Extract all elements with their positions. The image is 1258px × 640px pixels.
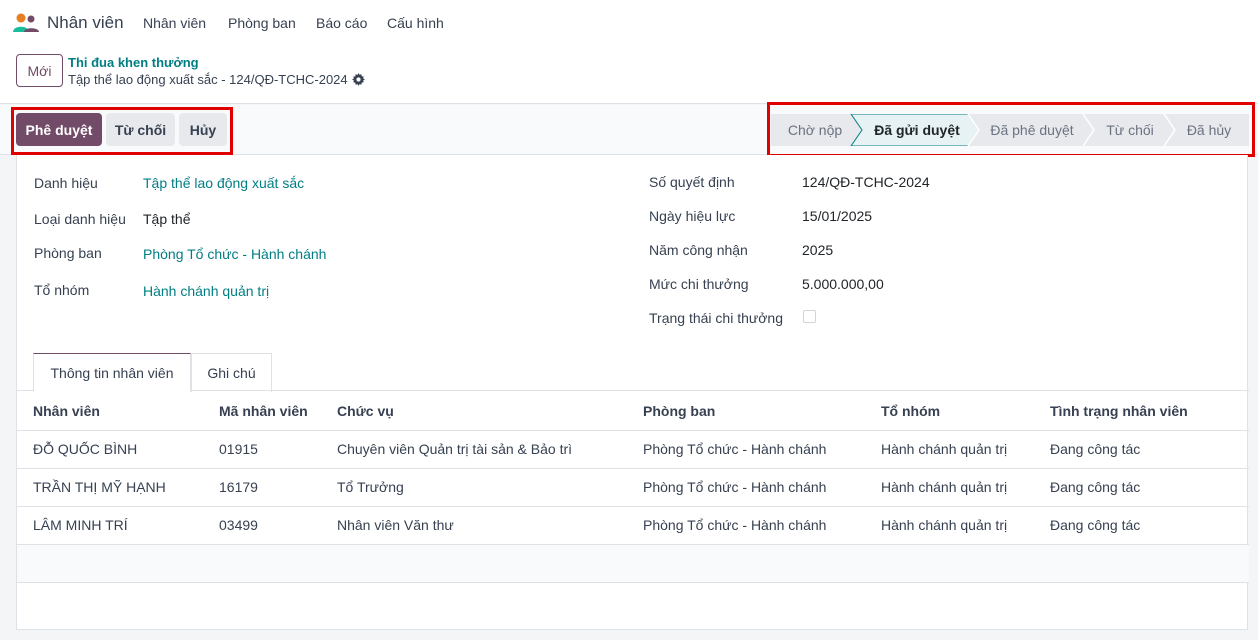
column-header-employee-status[interactable]: Tình trạng nhân viên <box>1050 392 1249 431</box>
stage-cancelled[interactable]: Đã hủy <box>1175 114 1243 146</box>
cell-team: Hành chánh quản trị <box>881 468 1050 507</box>
stage-rejected[interactable]: Từ chối <box>1094 114 1166 146</box>
menu-departments[interactable]: Phòng ban <box>228 15 296 31</box>
form-sheet: Danh hiệu Tập thể lao động xuất sắc Loại… <box>16 155 1249 630</box>
stage-submitted[interactable]: Đã gửi duyệt <box>863 114 971 146</box>
cell-employee-status: Đang công tác <box>1050 468 1249 507</box>
new-button[interactable]: Mới <box>16 54 63 87</box>
cell-employee-code: 01915 <box>219 430 337 469</box>
stage-approved[interactable]: Đã phê duyệt <box>979 114 1085 146</box>
employee-table: Nhân viên Mã nhân viên Chức vụ Phòng ban… <box>17 392 1249 583</box>
menu-employees[interactable]: Nhân viên <box>143 15 206 31</box>
tab-notes[interactable]: Ghi chú <box>191 353 272 392</box>
column-header-employee-code[interactable]: Mã nhân viên <box>219 392 337 431</box>
reward-status-checkbox[interactable] <box>803 310 816 323</box>
field-label-title: Danh hiệu <box>34 175 98 191</box>
menu-reports[interactable]: Báo cáo <box>316 15 367 31</box>
stage-waiting-submit[interactable]: Chờ nộp <box>771 114 859 146</box>
column-header-department[interactable]: Phòng ban <box>643 392 881 431</box>
cell-employee: TRẦN THỊ MỸ HẠNH <box>17 468 219 507</box>
app-name[interactable]: Nhân viên <box>47 13 124 33</box>
field-recognition-year-value[interactable]: 2025 <box>802 242 833 258</box>
cell-employee-code: 16179 <box>219 468 337 507</box>
field-team-value[interactable]: Hành chánh quản trị <box>143 283 269 299</box>
notebook-tabs: Thông tin nhân viên Ghi chú <box>17 353 1249 392</box>
employees-app-icon[interactable] <box>12 12 40 34</box>
field-decision-number-value[interactable]: 124/QĐ-TCHC-2024 <box>802 174 930 190</box>
field-reward-amount-value[interactable]: 5.000.000,00 <box>802 276 884 292</box>
table-row[interactable]: TRẦN THỊ MỸ HẠNH 16179 Tổ Trưởng Phòng T… <box>17 468 1249 507</box>
field-label-decision-number: Số quyết định <box>649 174 735 190</box>
cell-department: Phòng Tổ chức - Hành chánh <box>643 506 881 545</box>
cell-team: Hành chánh quản trị <box>881 506 1050 545</box>
field-label-reward-amount: Mức chi thưởng <box>649 276 749 292</box>
stage-bar: Chờ nộp Đã gửi duyệt Đã phê duyệt Từ chố… <box>771 114 1249 146</box>
table-row[interactable]: ĐỖ QUỐC BÌNH 01915 Chuyên viên Quản trị … <box>17 430 1249 469</box>
cell-position: Tổ Trưởng <box>337 468 643 507</box>
field-title-type-value[interactable]: Tập thể <box>143 211 190 227</box>
cell-employee-status: Đang công tác <box>1050 506 1249 545</box>
top-navbar: Nhân viên Nhân viên Phòng ban Báo cáo Cấ… <box>0 0 1258 46</box>
action-buttons-highlight <box>11 107 233 155</box>
cell-position: Nhân viên Văn thư <box>337 506 643 545</box>
breadcrumb-current: Tập thể lao động xuất sắc - 124/QĐ-TCHC-… <box>68 72 365 87</box>
column-header-team[interactable]: Tổ nhóm <box>881 392 1050 431</box>
field-label-team: Tổ nhóm <box>34 282 90 298</box>
field-label-effective-date: Ngày hiệu lực <box>649 208 736 224</box>
record-title: Tập thể lao động xuất sắc - 124/QĐ-TCHC-… <box>68 72 348 87</box>
field-label-recognition-year: Năm công nhận <box>649 242 748 258</box>
table-row[interactable]: LÂM MINH TRÍ 03499 Nhân viên Văn thư Phò… <box>17 506 1249 545</box>
field-label-title-type: Loại danh hiệu <box>34 211 126 227</box>
cell-employee: ĐỖ QUỐC BÌNH <box>17 430 219 469</box>
field-effective-date-value[interactable]: 15/01/2025 <box>802 208 872 224</box>
table-empty-row <box>17 544 1249 583</box>
cell-department: Phòng Tổ chức - Hành chánh <box>643 468 881 507</box>
cell-employee: LÂM MINH TRÍ <box>17 506 219 545</box>
menu-configuration[interactable]: Cấu hình <box>387 15 444 31</box>
tab-employee-info[interactable]: Thông tin nhân viên <box>33 353 191 392</box>
control-panel: Mới Thi đua khen thưởng Tập thể lao động… <box>0 46 1258 104</box>
column-header-employee[interactable]: Nhân viên <box>17 392 219 431</box>
cell-employee-status: Đang công tác <box>1050 430 1249 469</box>
breadcrumb-parent-link[interactable]: Thi đua khen thưởng <box>68 55 199 70</box>
cell-team: Hành chánh quản trị <box>881 430 1050 469</box>
table-header-row: Nhân viên Mã nhân viên Chức vụ Phòng ban… <box>17 392 1249 431</box>
cell-department: Phòng Tổ chức - Hành chánh <box>643 430 881 469</box>
cell-position: Chuyên viên Quản trị tài sản & Bảo trì <box>337 430 643 469</box>
field-title-value[interactable]: Tập thể lao động xuất sắc <box>143 175 304 191</box>
cell-employee-code: 03499 <box>219 506 337 545</box>
field-label-department: Phòng ban <box>34 245 102 261</box>
gear-icon[interactable] <box>351 73 365 86</box>
column-header-position[interactable]: Chức vụ <box>337 392 643 431</box>
field-department-value[interactable]: Phòng Tổ chức - Hành chánh <box>143 246 326 262</box>
field-label-reward-status: Trạng thái chi thưởng <box>649 310 783 326</box>
